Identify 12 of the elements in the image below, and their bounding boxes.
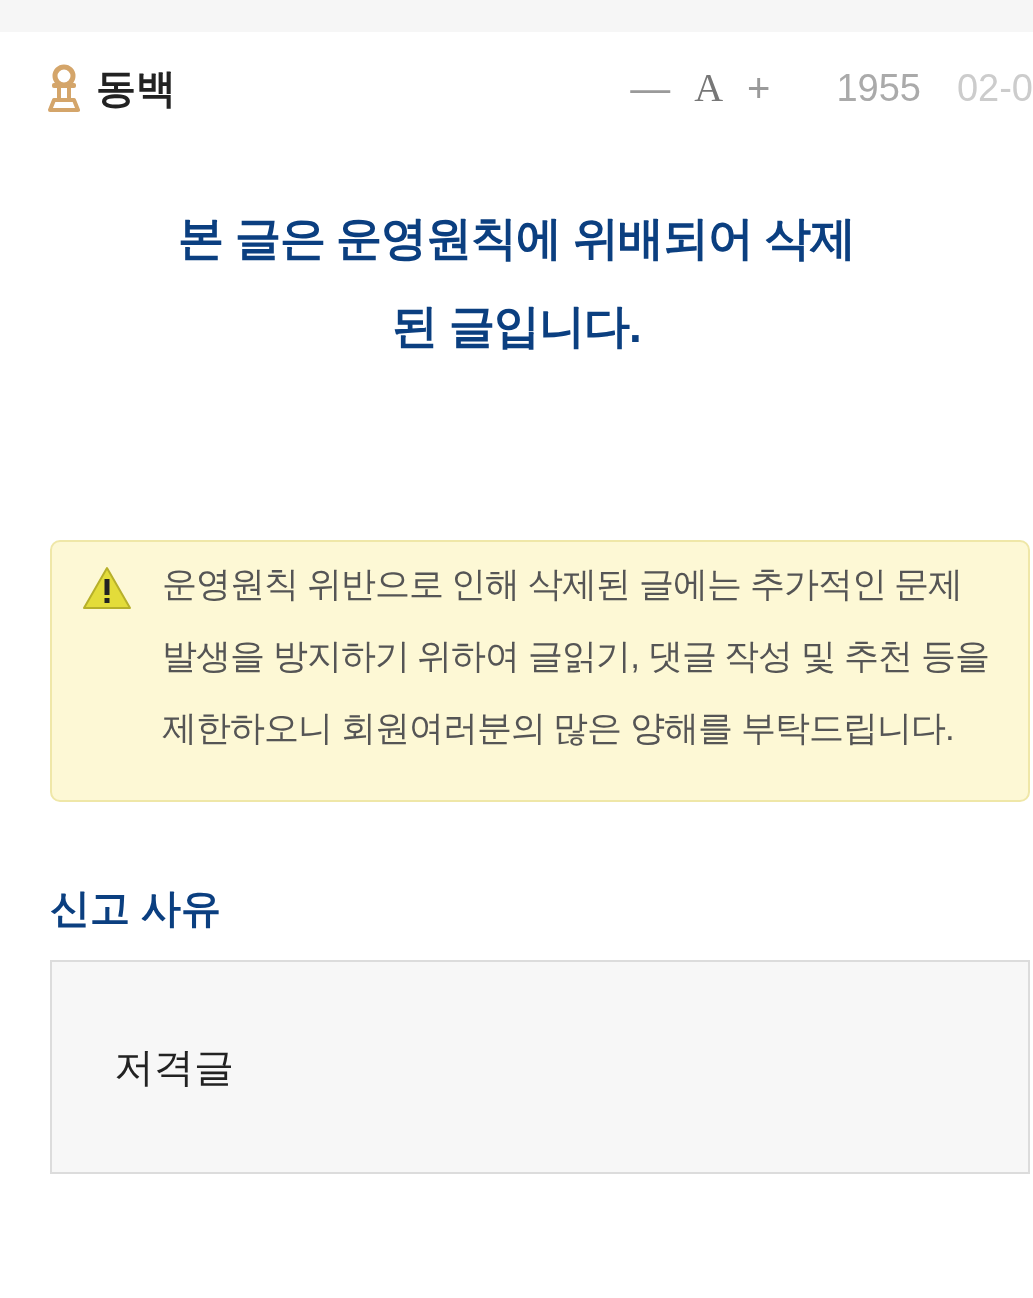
deleted-notice: 된 글입니다. bbox=[392, 299, 641, 354]
report-reason-title: 신고 사유 bbox=[50, 885, 223, 932]
warning-text: 운영원칙 위반으로 인해 삭제된 글에는 추가적인 문제 발생을 방지하기 위하여 글읽기, 댓글 작성 및 추천 등을 제한하오니 회원여러분의 많은 양해를 부탁드립니다. bbox=[162, 563, 990, 749]
font-size-button[interactable]: A bbox=[682, 68, 736, 108]
user-rank-icon bbox=[48, 64, 80, 112]
decrease-font-button[interactable]: — bbox=[618, 68, 683, 108]
author-name[interactable]: 동백 bbox=[96, 58, 176, 118]
warning-icon bbox=[82, 566, 132, 610]
increase-font-button[interactable]: + bbox=[735, 68, 783, 108]
view-count: 1955 bbox=[836, 65, 921, 111]
report-reason: 저격글 bbox=[114, 1044, 234, 1091]
deleted-notice: 본 글은 운영원칙에 위배되어 삭제 bbox=[177, 211, 856, 266]
